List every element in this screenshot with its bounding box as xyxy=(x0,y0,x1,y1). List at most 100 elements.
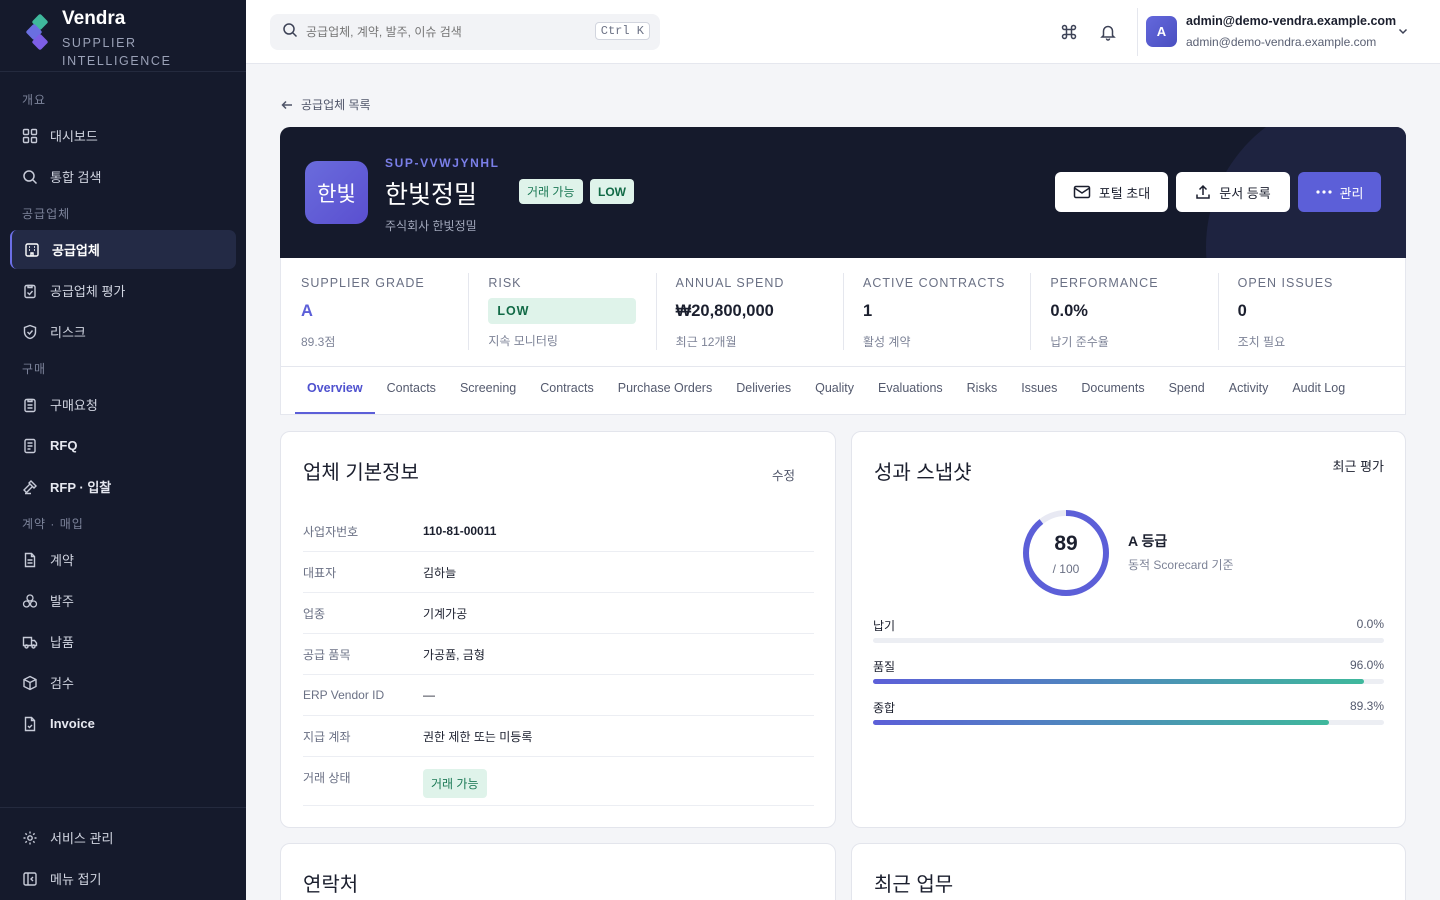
search-icon xyxy=(282,22,298,43)
tab-activity[interactable]: Activity xyxy=(1217,367,1281,414)
sidebar-item-contracts[interactable]: 계약 xyxy=(10,540,236,579)
nav-section-label: 개요 xyxy=(22,93,47,107)
metric-percent: 89.3% xyxy=(1349,699,1384,713)
tab-quality[interactable]: Quality xyxy=(803,367,866,414)
card-title: 성과 스냅샷 xyxy=(874,462,972,484)
stat-sub: 지속 모니터링 xyxy=(488,334,558,348)
back-link-label: 공급업체 목록 xyxy=(301,98,371,112)
sidebar-item-invoice[interactable]: Invoice xyxy=(10,704,236,743)
info-key: 거래 상태 xyxy=(303,771,351,785)
contacts-card: 연락처 xyxy=(280,843,836,900)
metric-quality: 품질 96.0% xyxy=(873,658,1384,688)
tab-issues[interactable]: Issues xyxy=(1009,367,1069,414)
upload-document-button[interactable]: 문서 등록 xyxy=(1176,172,1290,212)
sidebar-item-service-admin[interactable]: 서비스 관리 xyxy=(10,818,236,857)
nav-section-label: 구매 xyxy=(22,362,47,376)
info-row-business-number: 사업자번호 110-81-00011 xyxy=(303,511,814,552)
sidebar-item-label: RFQ xyxy=(50,438,78,453)
search-input[interactable] xyxy=(306,25,586,39)
grade-description: 동적 Scorecard 기준 xyxy=(1128,558,1234,572)
stat-grade: SUPPLIER GRADE A 89.3점 xyxy=(281,258,468,366)
sidebar-item-label: 서비스 관리 xyxy=(50,831,114,846)
card-title: 업체 기본정보 xyxy=(303,462,419,484)
tab-audit-log[interactable]: Audit Log xyxy=(1280,367,1357,414)
brand[interactable]: Vendra SUPPLIER INTELLIGENCE xyxy=(0,0,246,72)
receipt-icon xyxy=(22,716,38,732)
gear-icon xyxy=(22,830,38,846)
sidebar-item-label: 공급업체 xyxy=(52,243,100,258)
info-value: 기계가공 xyxy=(423,606,468,621)
manage-label: 관리 xyxy=(1339,185,1364,201)
stat-value: ₩20,800,000 xyxy=(675,302,774,320)
sidebar-item-label: 공급업체 평가 xyxy=(50,284,126,299)
stat-value: 0.0% xyxy=(1050,302,1088,320)
tab-contacts[interactable]: Contacts xyxy=(375,367,448,414)
file-icon xyxy=(22,552,38,568)
info-key: 공급 품목 xyxy=(303,647,351,662)
collapse-icon xyxy=(22,871,38,887)
tab-overview[interactable]: Overview xyxy=(295,367,375,414)
shield-icon xyxy=(22,324,38,340)
edit-button[interactable]: 수정 xyxy=(772,465,795,484)
stat-sub: 활성 계약 xyxy=(862,335,911,349)
sidebar-item-collapse[interactable]: 메뉴 접기 xyxy=(10,859,236,898)
back-link[interactable]: 공급업체 목록 xyxy=(281,96,371,113)
sidebar-item-suppliers[interactable]: 공급업체 xyxy=(10,230,236,269)
info-row-items: 공급 품목 가공품, 금형 xyxy=(303,634,814,675)
sidebar-item-delivery[interactable]: 납품 xyxy=(10,622,236,661)
stat-annual-spend: ANNUAL SPEND ₩20,800,000 최근 12개월 xyxy=(655,258,843,366)
recent-evaluation-link[interactable]: 최근 평가 xyxy=(1333,456,1384,475)
sidebar-item-risk[interactable]: 리스크 xyxy=(10,312,236,351)
avatar[interactable]: A xyxy=(1146,16,1177,47)
manage-button[interactable]: 관리 xyxy=(1298,172,1381,212)
portal-invite-button[interactable]: 포털 초대 xyxy=(1055,172,1168,212)
sidebar-item-inspection[interactable]: 검수 xyxy=(10,663,236,702)
sidebar-item-search[interactable]: 통합 검색 xyxy=(10,157,236,196)
command-icon[interactable] xyxy=(1058,21,1080,43)
user-name[interactable]: admin@demo-vendra.example.com xyxy=(1186,14,1396,28)
sidebar-item-rfq[interactable]: RFQ xyxy=(10,426,236,465)
stat-label: RISK xyxy=(488,276,522,290)
metric-track xyxy=(873,679,1384,684)
sidebar: Vendra SUPPLIER INTELLIGENCE 개요 대시보드 통합 검… xyxy=(0,0,246,900)
risk-badge: LOW xyxy=(590,179,634,204)
global-search[interactable]: Ctrl K xyxy=(270,14,660,50)
trade-status-badge: 거래 가능 xyxy=(423,769,487,798)
stat-open-issues: OPEN ISSUES 0 조치 필요 xyxy=(1217,258,1405,366)
tab-evaluations[interactable]: Evaluations xyxy=(866,367,955,414)
sidebar-item-purchase-request[interactable]: 구매요청 xyxy=(10,385,236,424)
gavel-icon xyxy=(22,479,38,495)
package-check-icon xyxy=(22,675,38,691)
sidebar-item-orders[interactable]: 발주 xyxy=(10,581,236,620)
sidebar-item-supplier-evaluation[interactable]: 공급업체 평가 xyxy=(10,271,236,310)
bell-icon[interactable] xyxy=(1097,21,1119,43)
tab-spend[interactable]: Spend xyxy=(1157,367,1217,414)
chevron-down-icon[interactable] xyxy=(1396,24,1410,43)
tab-screening[interactable]: Screening xyxy=(448,367,528,414)
tab-deliveries[interactable]: Deliveries xyxy=(724,367,803,414)
metric-percent: 0.0% xyxy=(1356,617,1384,631)
upload-document-label: 문서 등록 xyxy=(1219,185,1271,201)
tab-risks[interactable]: Risks xyxy=(955,367,1010,414)
brand-subtitle: SUPPLIER xyxy=(62,36,137,50)
info-value: 김하늘 xyxy=(423,565,457,580)
grade-label: A 등급 xyxy=(1128,533,1168,549)
sidebar-item-rfp[interactable]: RFP · 입찰 xyxy=(10,467,236,506)
score-max: / 100 xyxy=(1052,562,1080,576)
metric-bar xyxy=(873,679,1364,684)
info-key: ERP Vendor ID xyxy=(303,688,385,702)
tab-documents[interactable]: Documents xyxy=(1069,367,1156,414)
topbar: Ctrl K A admin@demo-vendra.example.com a… xyxy=(246,0,1440,64)
brand-subtitle: INTELLIGENCE xyxy=(62,54,172,68)
sidebar-item-label: 통합 검색 xyxy=(50,170,102,185)
sidebar-item-dashboard[interactable]: 대시보드 xyxy=(10,116,236,155)
sidebar-item-label: RFP · 입찰 xyxy=(50,480,112,495)
sidebar-item-label: 발주 xyxy=(50,594,74,609)
metric-bar xyxy=(873,720,1330,725)
metric-label: 납기 xyxy=(873,619,896,633)
stat-risk: RISK LOW 지속 모니터링 xyxy=(468,258,655,366)
tab-purchase-orders[interactable]: Purchase Orders xyxy=(606,367,724,414)
more-icon xyxy=(1315,190,1332,194)
tab-contracts[interactable]: Contracts xyxy=(528,367,606,414)
risk-level-badge: LOW xyxy=(488,298,636,324)
